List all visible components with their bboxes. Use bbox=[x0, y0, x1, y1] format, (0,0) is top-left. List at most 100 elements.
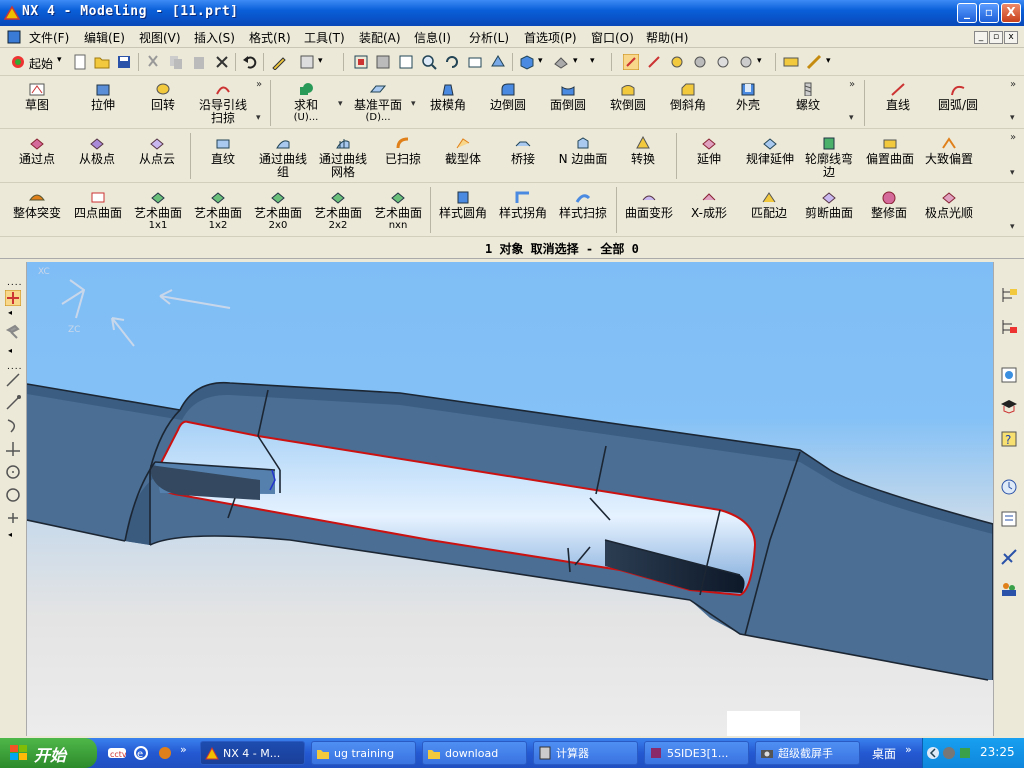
task-ug-training[interactable]: ug training bbox=[311, 741, 416, 765]
task-calculator[interactable]: 计算器 bbox=[533, 741, 638, 765]
extrude-button[interactable]: 拉伸 bbox=[82, 82, 124, 112]
from-point-cloud-button[interactable]: 从点云 bbox=[134, 136, 180, 166]
menu-edit[interactable]: 编辑(E) bbox=[84, 29, 125, 46]
open-folder-icon[interactable] bbox=[94, 54, 110, 70]
four-point-surface-button[interactable]: 四点曲面 bbox=[70, 190, 126, 220]
chevron-row-a-3[interactable]: » bbox=[1010, 79, 1016, 90]
start-dropdown[interactable]: 起始 bbox=[29, 55, 53, 72]
chevron-row-b[interactable]: » bbox=[1010, 132, 1016, 143]
unite-dropdown-arrow[interactable]: ▾ bbox=[338, 99, 343, 109]
menu-assembly[interactable]: 装配(A) bbox=[359, 29, 401, 46]
render-style-arrow[interactable]: ▾ bbox=[538, 56, 543, 66]
tray-network-icon[interactable] bbox=[958, 746, 972, 760]
line-tool-icon[interactable] bbox=[5, 372, 21, 388]
start-button[interactable]: 开始 bbox=[0, 738, 97, 768]
unite-button[interactable]: 求和 (U)... bbox=[284, 82, 328, 123]
global-shaping-button[interactable]: 整体突变 bbox=[8, 190, 66, 220]
shaded-view-icon[interactable] bbox=[519, 54, 535, 70]
quicklaunch-chevron[interactable]: » bbox=[180, 743, 187, 756]
mdi-restore-button[interactable]: ▫ bbox=[989, 31, 1003, 44]
offset-surface-button[interactable]: 偏置曲面 bbox=[862, 136, 918, 166]
menu-help[interactable]: 帮助(H) bbox=[646, 29, 688, 46]
save-icon[interactable] bbox=[116, 54, 132, 70]
menu-analysis[interactable]: 分析(L) bbox=[469, 29, 509, 46]
menu-insert[interactable]: 插入(S) bbox=[194, 29, 235, 46]
pan-icon[interactable] bbox=[467, 54, 483, 70]
edit-object-icon[interactable] bbox=[271, 54, 287, 70]
studio-surface-1x2-button[interactable]: 艺术曲面 1x2 bbox=[190, 190, 246, 231]
web-browser-icon[interactable] bbox=[1000, 366, 1018, 384]
trim-surface-button[interactable]: 剪断曲面 bbox=[801, 190, 857, 220]
fit-icon[interactable] bbox=[353, 54, 369, 70]
soft-blend-button[interactable]: 软倒圆 bbox=[606, 82, 650, 112]
row-a-dropdown-2[interactable]: ▾ bbox=[849, 113, 854, 123]
studio-surface-nxn-button[interactable]: 艺术曲面 nxn bbox=[370, 190, 426, 231]
extension-button[interactable]: 延伸 bbox=[686, 136, 732, 166]
menu-tools[interactable]: 工具(T) bbox=[304, 29, 345, 46]
undo-icon[interactable] bbox=[242, 54, 258, 70]
quicklaunch-cctv-icon[interactable]: cctv bbox=[108, 745, 126, 761]
select-filter-arrow[interactable]: ▾ bbox=[318, 56, 323, 66]
arc-tool-icon[interactable] bbox=[5, 418, 21, 434]
styled-sweep-button[interactable]: 样式扫掠 bbox=[555, 190, 611, 220]
perspective-icon[interactable] bbox=[490, 54, 506, 70]
assembly-navigator-icon[interactable] bbox=[1000, 286, 1018, 304]
datum-plane-button[interactable]: 基准平面 (D)... bbox=[348, 82, 408, 123]
row-a-dropdown-3[interactable]: ▾ bbox=[1010, 113, 1015, 123]
process-studio-icon[interactable] bbox=[1000, 548, 1018, 566]
menu-view[interactable]: 视图(V) bbox=[139, 29, 181, 46]
row-a-dropdown-1[interactable]: ▾ bbox=[256, 113, 261, 123]
help-icon[interactable]: ? bbox=[1000, 430, 1018, 448]
graphics-viewport[interactable]: XC ZC bbox=[27, 262, 993, 736]
desktop-toolbar-label[interactable]: 桌面 bbox=[872, 745, 896, 762]
pole-smooth-button[interactable]: 极点光顺 bbox=[921, 190, 977, 220]
snap-center-icon[interactable] bbox=[692, 54, 708, 70]
desktop-toolbar-chevron[interactable]: » bbox=[905, 743, 912, 756]
task-nx[interactable]: NX 4 - M... bbox=[200, 741, 305, 765]
mdi-close-button[interactable]: x bbox=[1004, 31, 1018, 44]
sketch-button[interactable]: 草图 bbox=[16, 82, 58, 112]
layer-icon[interactable] bbox=[783, 54, 799, 70]
system-materials-icon[interactable] bbox=[1000, 510, 1018, 528]
studio-surface-2x0-button[interactable]: 艺术曲面 2x0 bbox=[250, 190, 306, 231]
revolve-button[interactable]: 回转 bbox=[142, 82, 184, 112]
circle-center-icon[interactable] bbox=[5, 464, 21, 480]
studio-surface-2x2-button[interactable]: 艺术曲面 2x2 bbox=[310, 190, 366, 231]
close-button[interactable]: X bbox=[1001, 3, 1021, 23]
snap-point-icon[interactable] bbox=[623, 54, 639, 70]
snap-control-icon[interactable] bbox=[738, 54, 754, 70]
chevron-row-a-2[interactable]: » bbox=[849, 79, 855, 90]
row-b-dropdown[interactable]: ▾ bbox=[1010, 168, 1015, 178]
left-arrow-2[interactable]: ◂ bbox=[8, 346, 12, 355]
snap-overflow-arrow[interactable]: ▾ bbox=[757, 56, 762, 66]
snap-end-icon[interactable] bbox=[646, 54, 662, 70]
mdi-minimize-button[interactable]: _ bbox=[974, 31, 988, 44]
styled-blend-button[interactable]: 样式圆角 bbox=[435, 190, 491, 220]
task-download[interactable]: download bbox=[422, 741, 527, 765]
task-screenshot[interactable]: 超级截屏手 bbox=[755, 741, 860, 765]
through-curve-mesh-button[interactable]: 通过曲线 网格 bbox=[313, 136, 373, 179]
menu-preferences[interactable]: 首选项(P) bbox=[524, 29, 577, 46]
snap-mid-icon[interactable] bbox=[669, 54, 685, 70]
circle-icon[interactable] bbox=[5, 487, 21, 503]
tangent-icon[interactable] bbox=[5, 441, 21, 457]
cut-icon[interactable] bbox=[145, 54, 161, 70]
edge-blend-button[interactable]: 边倒圆 bbox=[486, 82, 530, 112]
x-form-button[interactable]: X-成形 bbox=[681, 190, 737, 220]
snap-point-icon[interactable] bbox=[5, 290, 21, 306]
match-edge-button[interactable]: 匹配边 bbox=[741, 190, 797, 220]
styled-corner-button[interactable]: 样式拐角 bbox=[495, 190, 551, 220]
line-button[interactable]: 直线 bbox=[876, 82, 920, 112]
orient-view-icon[interactable] bbox=[553, 54, 569, 70]
menu-information[interactable]: 信息(I) bbox=[414, 29, 451, 46]
chevron-row-a-1[interactable]: » bbox=[256, 79, 262, 90]
task-winrar[interactable]: 5SIDE3[1... bbox=[644, 741, 749, 765]
section-body-button[interactable]: 截型体 bbox=[440, 136, 486, 166]
orient-view-arrow[interactable]: ▾ bbox=[573, 56, 578, 66]
new-file-icon[interactable] bbox=[72, 54, 88, 70]
paste-icon[interactable] bbox=[191, 54, 207, 70]
utility-overflow-arrow[interactable]: ▾ bbox=[826, 56, 831, 66]
draft-button[interactable]: 拔模角 bbox=[426, 82, 470, 112]
swept-button[interactable]: 已扫掠 bbox=[380, 136, 426, 166]
left-arrow-3[interactable]: ◂ bbox=[8, 530, 12, 539]
